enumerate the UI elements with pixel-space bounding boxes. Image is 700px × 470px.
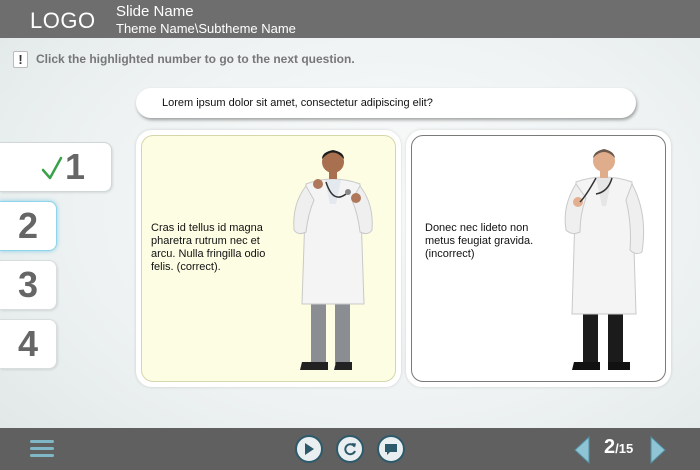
answer-card-incorrect[interactable]: Donec nec lideto non metus feugiat gravi… — [406, 130, 671, 387]
doctor-image — [564, 149, 645, 370]
question-text: Lorem ipsum dolor sit amet, consectetur … — [162, 97, 433, 109]
question-number-label: 2 — [17, 205, 39, 246]
question-number-label: 3 — [17, 264, 39, 305]
replay-button[interactable] — [336, 435, 364, 463]
page-total: /15 — [615, 441, 634, 456]
menu-icon[interactable] — [30, 440, 54, 460]
question-number-label: 4 — [17, 323, 39, 364]
comment-icon — [385, 444, 397, 455]
theme-name: Theme Name\Subtheme Name — [116, 21, 296, 36]
exclamation-icon: ! — [13, 50, 28, 68]
doctor-image — [293, 150, 373, 370]
comment-button[interactable] — [377, 435, 405, 463]
previous-arrow-icon[interactable] — [572, 435, 592, 465]
slide-name: Slide Name — [116, 3, 194, 20]
instruction: ! Click the highlighted number to go to … — [13, 50, 355, 68]
answer-text: Cras id tellus id magna pharetra rutrum … — [151, 222, 266, 273]
answer-card-panel: Cras id tellus id magna pharetra rutrum … — [141, 135, 396, 382]
answer-card-correct[interactable]: Cras id tellus id magna pharetra rutrum … — [136, 130, 401, 387]
check-icon — [41, 156, 63, 180]
answer-card-panel: Donec nec lideto non metus feugiat gravi… — [411, 135, 666, 382]
question-number-3[interactable]: 3 — [0, 260, 57, 310]
question-bubble: Lorem ipsum dolor sit amet, consectetur … — [136, 88, 636, 118]
footer-bar: 2 /15 — [0, 428, 700, 470]
question-number-2[interactable]: 2 — [0, 201, 57, 251]
instruction-text: Click the highlighted number to go to th… — [36, 52, 355, 66]
play-button[interactable] — [295, 435, 323, 463]
question-number-4[interactable]: 4 — [0, 319, 57, 369]
question-number-label: 1 — [64, 146, 85, 187]
page-current: 2 — [604, 436, 616, 458]
replay-icon — [344, 443, 356, 456]
logo: LOGO — [30, 8, 96, 33]
next-arrow-icon[interactable] — [648, 435, 668, 465]
page-counter: 2 /15 — [604, 436, 633, 459]
question-number-1[interactable]: 1 — [0, 142, 112, 192]
play-icon — [305, 443, 314, 455]
answer-text: Donec nec lideto non metus feugiat gravi… — [425, 222, 534, 260]
header-bar: LOGO Slide Name Theme Name\Subtheme Name — [0, 0, 700, 38]
